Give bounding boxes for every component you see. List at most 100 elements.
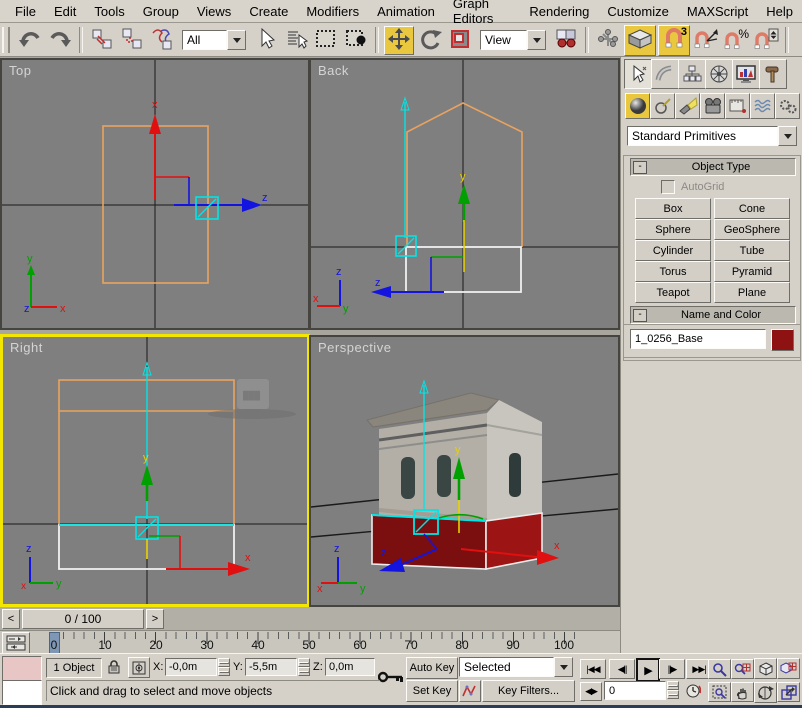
right-viewport-canvas[interactable]: ███ y x z x y [3, 337, 307, 604]
maxscript-listener-pink[interactable] [2, 656, 42, 681]
menu-modifiers[interactable]: Modifiers [297, 1, 368, 22]
undo-button[interactable] [16, 27, 44, 54]
select-by-name-button[interactable] [282, 27, 310, 54]
maxscript-listener-white[interactable] [2, 680, 42, 705]
box-button[interactable]: Box [635, 198, 711, 219]
object-type-rollout-header[interactable]: - Object Type [630, 158, 796, 176]
menu-customize[interactable]: Customize [598, 1, 677, 22]
teapot-button[interactable]: Teapot [635, 282, 711, 303]
default-in-out-tangents-button[interactable] [459, 680, 481, 702]
dropdown-arrow-icon[interactable] [778, 126, 797, 146]
dropdown-arrow-icon[interactable] [227, 30, 246, 50]
frame-spinner[interactable] [667, 681, 679, 699]
previous-frame-button[interactable]: ◀|| [609, 659, 635, 679]
category-systems-button[interactable] [775, 93, 800, 119]
dropdown-arrow-icon[interactable] [554, 657, 573, 677]
tab-create[interactable] [624, 59, 652, 89]
arc-rotate-button[interactable] [754, 682, 777, 703]
next-frame-button[interactable]: ||▶ [659, 659, 685, 679]
tab-hierarchy[interactable] [678, 59, 706, 89]
menu-file[interactable]: File [6, 1, 45, 22]
zoom-extents-all-button[interactable] [777, 658, 800, 679]
pyramid-button[interactable]: Pyramid [714, 261, 790, 282]
unlink-selection-button[interactable] [118, 27, 146, 54]
category-spacewarps-button[interactable] [750, 93, 775, 119]
name-color-rollout-header[interactable]: - Name and Color [630, 306, 796, 324]
object-color-swatch[interactable] [771, 329, 794, 351]
percent-snap-toggle-button[interactable]: % [722, 27, 750, 54]
bind-to-space-warp-button[interactable] [148, 27, 176, 54]
angle-snap-toggle-button[interactable] [692, 27, 720, 54]
cylinder-button[interactable]: Cylinder [635, 240, 711, 261]
select-and-scale-button[interactable] [446, 27, 474, 54]
perspective-viewport-canvas[interactable]: y z x z x y [311, 337, 618, 605]
pan-button[interactable] [731, 682, 754, 702]
window-crossing-toggle-button[interactable] [342, 27, 370, 54]
select-and-link-button[interactable] [88, 27, 116, 54]
category-lights-button[interactable] [675, 93, 700, 119]
category-cameras-button[interactable] [700, 93, 725, 119]
viewport-perspective[interactable]: y z x z x y Perspective [309, 335, 620, 607]
back-viewport-canvas[interactable]: y z z x y [311, 60, 618, 328]
menu-maxscript[interactable]: MAXScript [678, 1, 757, 22]
x-spinner[interactable] [218, 658, 230, 676]
plane-button[interactable]: Plane [714, 282, 790, 303]
tab-utilities[interactable] [759, 59, 787, 89]
menu-tools[interactable]: Tools [85, 1, 133, 22]
absolute-offset-toggle[interactable] [128, 657, 150, 678]
top-viewport-canvas[interactable]: x z y z x [2, 60, 308, 328]
autogrid-checkbox[interactable] [661, 180, 675, 194]
current-frame-field[interactable] [604, 681, 666, 700]
primitive-category-dropdown[interactable]: Standard Primitives [627, 126, 797, 146]
collapse-icon[interactable]: - [633, 161, 647, 174]
reference-coord-dropdown[interactable]: View [480, 30, 546, 50]
auto-key-button[interactable]: Auto Key [406, 657, 458, 679]
zoom-all-button[interactable] [731, 659, 754, 679]
menu-views[interactable]: Views [188, 1, 240, 22]
select-object-button[interactable] [252, 27, 280, 54]
time-slider-next-button[interactable]: > [146, 609, 164, 629]
menu-help[interactable]: Help [757, 1, 802, 22]
track-bar[interactable]: 0102030405060708090100 [0, 630, 620, 654]
open-mini-curve-editor-button[interactable] [2, 632, 30, 654]
min-max-toggle-button[interactable] [777, 682, 800, 702]
torus-button[interactable]: Torus [635, 261, 711, 282]
menu-rendering[interactable]: Rendering [520, 1, 598, 22]
goto-start-button[interactable]: |◀◀ [580, 659, 606, 679]
collapse-icon[interactable]: - [633, 309, 647, 322]
time-slider-prev-button[interactable]: < [2, 609, 20, 629]
select-and-rotate-button[interactable] [416, 27, 444, 54]
y-spinner[interactable] [298, 658, 310, 676]
time-configuration-button[interactable] [683, 682, 703, 700]
selection-filter-dropdown[interactable]: All [182, 30, 246, 50]
category-geometry-button[interactable] [625, 93, 650, 119]
category-helpers-button[interactable] [725, 93, 750, 119]
select-and-move-button[interactable] [384, 26, 414, 55]
spinner-snap-toggle-button[interactable] [752, 27, 780, 54]
set-key-button[interactable]: Set Key [406, 680, 458, 702]
menu-edit[interactable]: Edit [45, 1, 85, 22]
toolbar-grip[interactable] [2, 27, 10, 53]
zoom-extents-button[interactable] [754, 658, 777, 679]
y-coord-field[interactable] [245, 658, 297, 676]
use-pivot-point-center-button[interactable] [552, 27, 580, 54]
geosphere-button[interactable]: GeoSphere [714, 219, 790, 240]
redo-button[interactable] [46, 27, 74, 54]
viewport-right[interactable]: ███ y x z x y [0, 334, 310, 607]
play-button[interactable]: ▶ [636, 658, 660, 682]
key-selection-dropdown[interactable]: Selected [459, 657, 573, 677]
rectangular-selection-region-button[interactable] [312, 27, 340, 54]
key-mode-toggle-button[interactable]: ◀▶ [580, 682, 602, 701]
viewport-back[interactable]: y z z x y Back [309, 58, 620, 330]
cone-button[interactable]: Cone [714, 198, 790, 219]
tube-button[interactable]: Tube [714, 240, 790, 261]
keyboard-override-toggle-button[interactable] [624, 25, 656, 56]
menu-animation[interactable]: Animation [368, 1, 444, 22]
dropdown-arrow-icon[interactable] [527, 30, 546, 50]
key-filters-button[interactable]: Key Filters... [482, 680, 575, 702]
lock-selection-button[interactable] [103, 657, 125, 677]
tab-modify[interactable] [651, 59, 679, 89]
x-coord-field[interactable] [165, 658, 217, 676]
category-shapes-button[interactable] [650, 93, 675, 119]
zoom-region-button[interactable] [708, 682, 731, 702]
